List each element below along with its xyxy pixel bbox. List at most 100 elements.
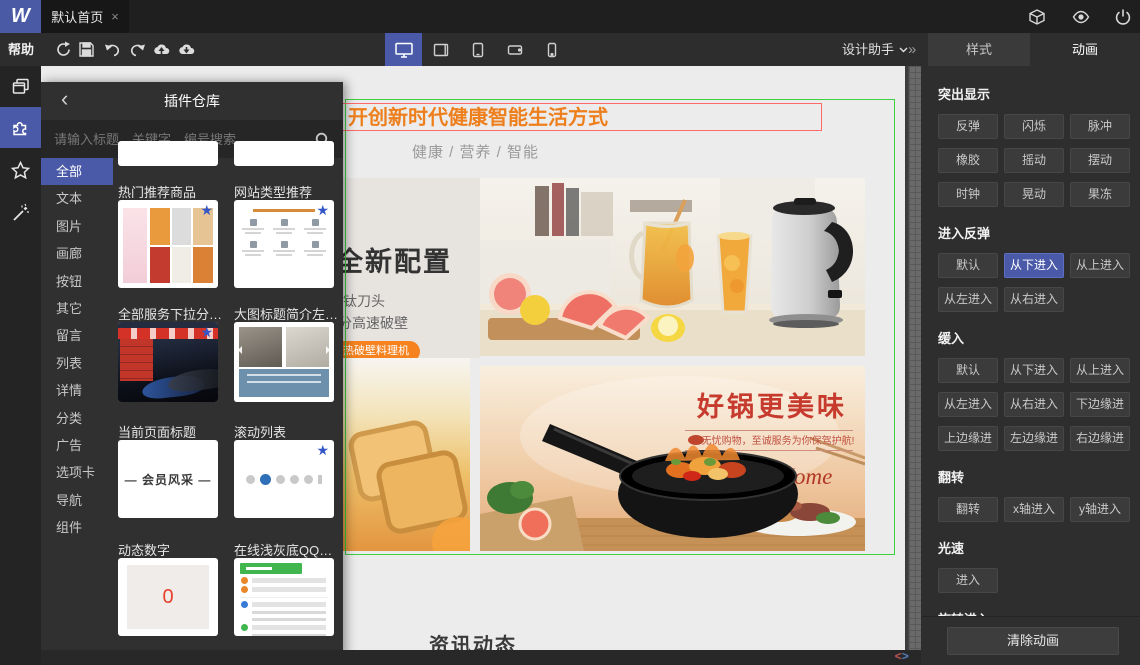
anim-button[interactable]: y轴进入	[1070, 497, 1130, 522]
anim-section-title-0: 突出显示	[938, 87, 991, 102]
plugin-card-6[interactable]: 0	[118, 558, 218, 636]
tab-style[interactable]: 样式	[928, 33, 1030, 66]
power-exit-icon[interactable]	[1114, 8, 1132, 26]
favorite-star-icon: ★	[200, 324, 213, 340]
anim-button-grid: 反弹 闪烁 脉冲橡胶 摇动 摆动时钟 晃动 果冻	[938, 114, 1132, 207]
app-logo[interactable]: W	[0, 0, 41, 33]
anim-section-title-1: 进入反弹	[938, 226, 991, 241]
anim-button[interactable]: 从右进入	[1004, 392, 1064, 417]
device-laptop-button[interactable]	[422, 33, 459, 66]
anim-button[interactable]: 翻转	[938, 497, 998, 522]
thumb-qq	[234, 558, 334, 636]
plugin-card-4[interactable]: — 会员风采 —	[118, 440, 218, 518]
anim-button[interactable]: 默认	[938, 358, 998, 383]
thumb-pagetitle: — 会员风采 —	[124, 472, 212, 487]
plugin-card-7[interactable]	[234, 558, 334, 636]
plugin-card-0[interactable]: ★	[118, 200, 218, 288]
headline-textbox[interactable]: 开创新时代健康智能生活方式	[341, 103, 822, 131]
plugin-card-3[interactable]	[234, 322, 334, 402]
anim-button[interactable]: 进入	[938, 568, 998, 593]
plugin-warehouse-panel: ‹ 插件仓库 全部文本图片画廊按钮其它留言列表详情分类广告选项卡导航组件 热门推…	[41, 82, 343, 665]
anim-button[interactable]: x轴进入	[1004, 497, 1064, 522]
anim-button[interactable]: 反弹	[938, 114, 998, 139]
anim-section-title-2: 缓入	[938, 331, 965, 346]
left-sidebar	[0, 66, 41, 665]
anim-button[interactable]: 左边缘进	[1004, 426, 1064, 451]
anim-button[interactable]: 时钟	[938, 182, 998, 207]
animation-sections: 突出显示 反弹 闪烁 脉冲 橡胶 摇动 摆动 时钟 晃动 果冻 进入反弹 默认 从下进入 从上进入 从左进入…	[921, 66, 1140, 617]
favorite-star-icon: ★	[316, 202, 329, 218]
anim-button[interactable]: 从上进入	[1070, 253, 1130, 278]
sidebar-magic-wand-icon[interactable]	[0, 192, 41, 233]
anim-button[interactable]: 从下进入	[1004, 358, 1064, 383]
more-panels-button[interactable]: »	[908, 33, 916, 66]
status-bar: <>	[41, 650, 921, 665]
anim-button[interactable]: 晃动	[1004, 182, 1064, 207]
anim-button[interactable]: 从左进入	[938, 287, 998, 312]
plugin-card-title: 动态数字	[118, 543, 171, 558]
preview-eye-icon[interactable]	[1072, 8, 1090, 26]
favorite-star-icon: ★	[316, 442, 329, 458]
website-builder-app: 全新配置 钛刀头 分高速破壁 热破壁料理机 好锅更美味 无忧购物，至诚服务为你保…	[0, 0, 1140, 665]
plugin-card-title: 当前页面标题	[118, 425, 197, 440]
anim-button[interactable]: 从左进入	[938, 392, 998, 417]
anim-button[interactable]: 从右进入	[1004, 287, 1064, 312]
plugin-card-title: 热门推荐商品	[118, 185, 197, 200]
undo-icon[interactable]	[104, 41, 121, 58]
device-phone-landscape-button[interactable]	[496, 33, 533, 66]
sidebar-favorites-icon[interactable]	[0, 150, 41, 191]
plugin-card-5[interactable]: ★	[234, 440, 334, 518]
code-view-icon[interactable]: <>	[895, 650, 909, 665]
plugin-card-partial[interactable]	[118, 141, 218, 166]
anim-button[interactable]: 右边缘进	[1070, 426, 1130, 451]
help-button[interactable]: 帮助	[8, 33, 34, 66]
plugin-card-partial[interactable]	[234, 141, 334, 166]
section-selection-outline	[345, 99, 895, 555]
sidebar-plugins-icon[interactable]	[0, 107, 41, 148]
plugin-card-title: 大图标题简介左右切…	[234, 307, 343, 322]
tab-animation[interactable]: 动画	[1030, 33, 1140, 66]
anim-button[interactable]: 上边缘进	[938, 426, 998, 451]
animation-panel-footer: 清除动画	[921, 616, 1140, 665]
redo-icon[interactable]	[129, 41, 146, 58]
favorite-star-icon: ★	[200, 202, 213, 218]
plugin-card-title: 全部服务下拉分类带…	[118, 307, 228, 322]
anim-button[interactable]: 闪烁	[1004, 114, 1064, 139]
plugin-card-2[interactable]: ★	[118, 322, 218, 402]
toolbar: 帮助 设计助手 » 样式 动画	[0, 33, 1140, 66]
anim-button-grid: 进入	[938, 568, 1132, 593]
plugin-card-title: 滚动列表	[234, 425, 287, 440]
chevron-down-icon	[899, 47, 908, 52]
anim-button[interactable]: 摆动	[1070, 148, 1130, 173]
page-tab-label: 默认首页	[51, 10, 104, 25]
plugin-card-1[interactable]: ★	[234, 200, 334, 288]
design-assistant-label: 设计助手	[842, 42, 895, 57]
anim-button[interactable]: 橡胶	[938, 148, 998, 173]
anim-button[interactable]: 下边缘进	[1070, 392, 1130, 417]
anim-button[interactable]: 默认	[938, 253, 998, 278]
animation-panel: 突出显示 反弹 闪烁 脉冲 橡胶 摇动 摆动 时钟 晃动 果冻 进入反弹 默认 从下进入 从上进入 从左进入…	[921, 66, 1140, 665]
upload-cloud-icon[interactable]	[153, 41, 170, 58]
anim-button[interactable]: 摇动	[1004, 148, 1064, 173]
anim-button[interactable]: 脉冲	[1070, 114, 1130, 139]
device-tablet-button[interactable]	[459, 33, 496, 66]
plugin-card-title: 网站类型推荐	[234, 185, 313, 200]
anim-button-grid: 默认 从下进入 从上进入从左进入 从右进入 下边缘进上边缘进 左边缘进 右边缘进	[938, 358, 1132, 451]
sidebar-pages-icon[interactable]	[0, 66, 41, 107]
tab-close-icon[interactable]: ×	[111, 9, 119, 24]
refresh-icon[interactable]	[55, 41, 72, 58]
device-desktop-button[interactable]	[385, 33, 422, 66]
canvas-scrollbar[interactable]	[908, 66, 921, 650]
anim-button[interactable]: 从上进入	[1070, 358, 1130, 383]
anim-button[interactable]: 果冻	[1070, 182, 1130, 207]
design-assistant-button[interactable]: 设计助手	[842, 33, 908, 66]
anim-button[interactable]: 从下进入	[1004, 253, 1064, 278]
page-tab[interactable]: 默认首页 ×	[41, 0, 129, 33]
plugin-card-title: 在线浅灰底QQ客服	[234, 543, 343, 558]
clear-animation-button[interactable]: 清除动画	[947, 627, 1119, 655]
device-phone-button[interactable]	[533, 33, 570, 66]
save-icon[interactable]	[78, 41, 95, 58]
components-cube-icon[interactable]	[1028, 8, 1046, 26]
download-cloud-icon[interactable]	[178, 41, 195, 58]
anim-button-grid: 默认 从下进入 从上进入从左进入 从右进入	[938, 253, 1132, 312]
